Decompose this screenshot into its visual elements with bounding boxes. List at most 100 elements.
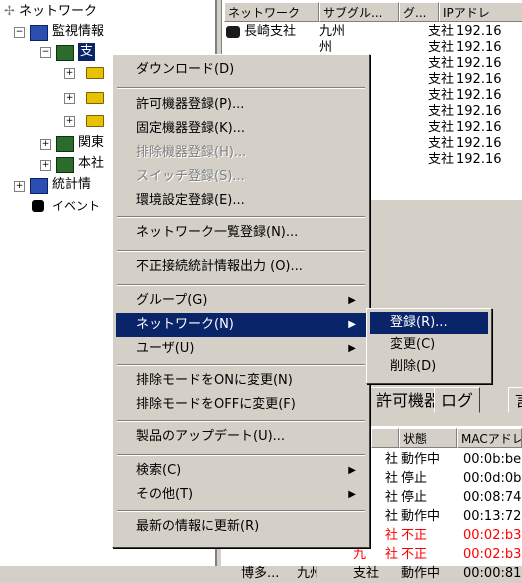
table-cell-state: 動作中 [401, 452, 441, 467]
menu-item-group[interactable]: グループ(G) ▶ [116, 289, 366, 313]
folder-icon [86, 92, 104, 104]
column-header-subgroup[interactable]: サブグル... [319, 2, 399, 22]
menu-item-switch-register: スイッチ登録(S)... [136, 169, 245, 184]
event-icon [32, 200, 44, 212]
menu-item-user-label: ユーザ(U) [136, 341, 195, 356]
menu-item-search[interactable]: 検索(C) ▶ [116, 459, 366, 483]
table-cell-state: 停止 [401, 490, 428, 505]
menu-item-illegal-stats-output[interactable]: 不正接続統計情報出力 (O)... [116, 255, 366, 279]
table-cell-a: 博多... [241, 566, 280, 581]
network-submenu: 登録(R)... 変更(C) 削除(D) [366, 308, 492, 384]
table-cell-ip: 192.16 [456, 120, 502, 135]
column-header-blank[interactable] [371, 428, 399, 448]
submenu-arrow-icon: ▶ [348, 465, 356, 476]
table-cell-mac: 00:13:72 [463, 509, 522, 524]
menu-item-other[interactable]: その他(T) ▶ [116, 483, 366, 507]
submenu-item-change[interactable]: 変更(C) [370, 334, 488, 356]
statistics-icon [30, 178, 48, 194]
building-icon [56, 157, 74, 173]
table-cell-mac: 00:02:b3 [463, 547, 522, 562]
table-cell-ip: 192.16 [456, 88, 502, 103]
submenu-arrow-icon: ▶ [348, 295, 356, 306]
submenu-arrow-icon: ▶ [348, 343, 356, 354]
network-root-icon: ✢ [4, 4, 15, 19]
tree-item-statistics[interactable]: 統計情 [52, 176, 91, 194]
tree-item-branch-selected[interactable]: 支 [78, 43, 96, 61]
menu-item-search-label: 検索(C) [136, 463, 182, 478]
expand-icon[interactable]: + [64, 68, 75, 79]
table-cell-mac: 00:02:b3 [463, 528, 522, 543]
network-device-icon [226, 26, 240, 38]
expand-icon[interactable]: + [64, 116, 75, 127]
menu-item-user[interactable]: ユーザ(U) ▶ [116, 337, 366, 361]
tab-log[interactable]: ログ [434, 387, 481, 413]
menu-item-exclude-mode-off[interactable]: 排除モードをOFFに変更(F) [116, 393, 366, 417]
menu-separator [117, 420, 365, 422]
table-cell-mac: 00:0d:0b [463, 471, 522, 486]
folder-icon [86, 115, 104, 127]
tree-root[interactable]: ✢ ネットワーク [4, 3, 97, 21]
table-cell-mac: 00:00:81 [463, 566, 522, 581]
table-cell-name: 長崎支社 [244, 24, 297, 39]
menu-item-group-label: グループ(G) [136, 293, 208, 308]
expand-icon[interactable]: + [40, 160, 51, 171]
expand-icon[interactable]: + [14, 181, 25, 192]
menu-item-network-list-register[interactable]: ネットワーク一覧登録(N)... [116, 221, 366, 245]
table-cell-state: 不正 [401, 528, 428, 543]
menu-item-other-label: その他(T) [136, 487, 194, 502]
expand-icon[interactable]: + [64, 93, 75, 104]
table-cell-ip: 192.16 [456, 40, 502, 55]
building-icon [56, 136, 74, 152]
menu-separator [117, 510, 365, 512]
tab-more[interactable]: 言 [508, 387, 522, 413]
menu-item-env-register[interactable]: 環境設定登録(E)... [116, 189, 366, 213]
menu-separator [117, 216, 365, 218]
column-header-network[interactable]: ネットワーク [224, 2, 319, 22]
menu-item-permit-register[interactable]: 許可機器登録(P)... [116, 93, 366, 117]
submenu-item-delete[interactable]: 削除(D) [370, 356, 488, 378]
collapse-icon[interactable]: − [14, 27, 25, 38]
menu-item-network-label: ネットワーク(N) [136, 317, 234, 332]
column-header-group[interactable]: グ... [399, 2, 439, 22]
table-cell-state: 動作中 [401, 509, 441, 524]
menu-item-fixed-register[interactable]: 固定機器登録(K)... [116, 117, 366, 141]
column-header-ip[interactable]: IPアドレ [439, 2, 522, 22]
menu-separator [117, 250, 365, 252]
table-cell-c: 支社 [353, 566, 380, 581]
table-cell-state: 停止 [401, 471, 428, 486]
table-cell-ip: 192.16 [456, 104, 502, 119]
table-cell-ip: 192.16 [456, 152, 502, 167]
tree-root-label: ネットワーク [19, 4, 98, 19]
table-cell-sub: 九州 [319, 24, 346, 39]
menu-item-exclude-mode-on[interactable]: 排除モードをONに変更(N) [116, 369, 366, 393]
menu-separator [117, 454, 365, 456]
context-menu: ダウンロード(D) 許可機器登録(P)... 固定機器登録(K)... 排除機器… [112, 54, 370, 548]
column-header-state[interactable]: 状態 [399, 428, 457, 448]
table-cell-b: 九州 [297, 566, 317, 581]
tree-item-monitor-info[interactable]: 監視情報 [52, 23, 104, 41]
menu-item-product-update[interactable]: 製品のアップデート(U)... [116, 425, 366, 449]
expand-icon[interactable]: + [40, 139, 51, 150]
table-cell-state: 動作中 [401, 566, 441, 581]
menu-item-exclude-register: 排除機器登録(H)... [136, 145, 247, 160]
tree-item-event[interactable]: イベント [52, 197, 100, 215]
submenu-arrow-icon: ▶ [348, 319, 356, 330]
menu-item-network[interactable]: ネットワーク(N) ▶ [116, 313, 366, 337]
table-cell-ip: 192.16 [456, 56, 502, 71]
submenu-item-register[interactable]: 登録(R)... [370, 312, 488, 334]
tree-item-honsha[interactable]: 本社 [78, 155, 104, 173]
folder-icon [86, 67, 104, 79]
table-cell-ip: 192.16 [456, 72, 502, 87]
menu-item-download[interactable]: ダウンロード(D) [116, 58, 366, 82]
tree-item-kanto[interactable]: 関東 [78, 134, 104, 152]
menu-separator [117, 284, 365, 286]
menu-item-refresh[interactable]: 最新の情報に更新(R) [116, 515, 366, 539]
table-row[interactable]: 博多... 九州 支社 動作中 00:00:81 [221, 564, 522, 583]
menu-separator [117, 364, 365, 366]
collapse-icon[interactable]: − [40, 47, 51, 58]
table-cell-ip: 192.16 [456, 136, 502, 151]
table-cell-mac: 00:0b:be [463, 452, 522, 467]
table-row[interactable]: 長崎支社 九州 支社 192.16 [222, 24, 522, 40]
submenu-arrow-icon: ▶ [348, 489, 356, 500]
column-header-mac[interactable]: MACアドレ [457, 428, 522, 448]
